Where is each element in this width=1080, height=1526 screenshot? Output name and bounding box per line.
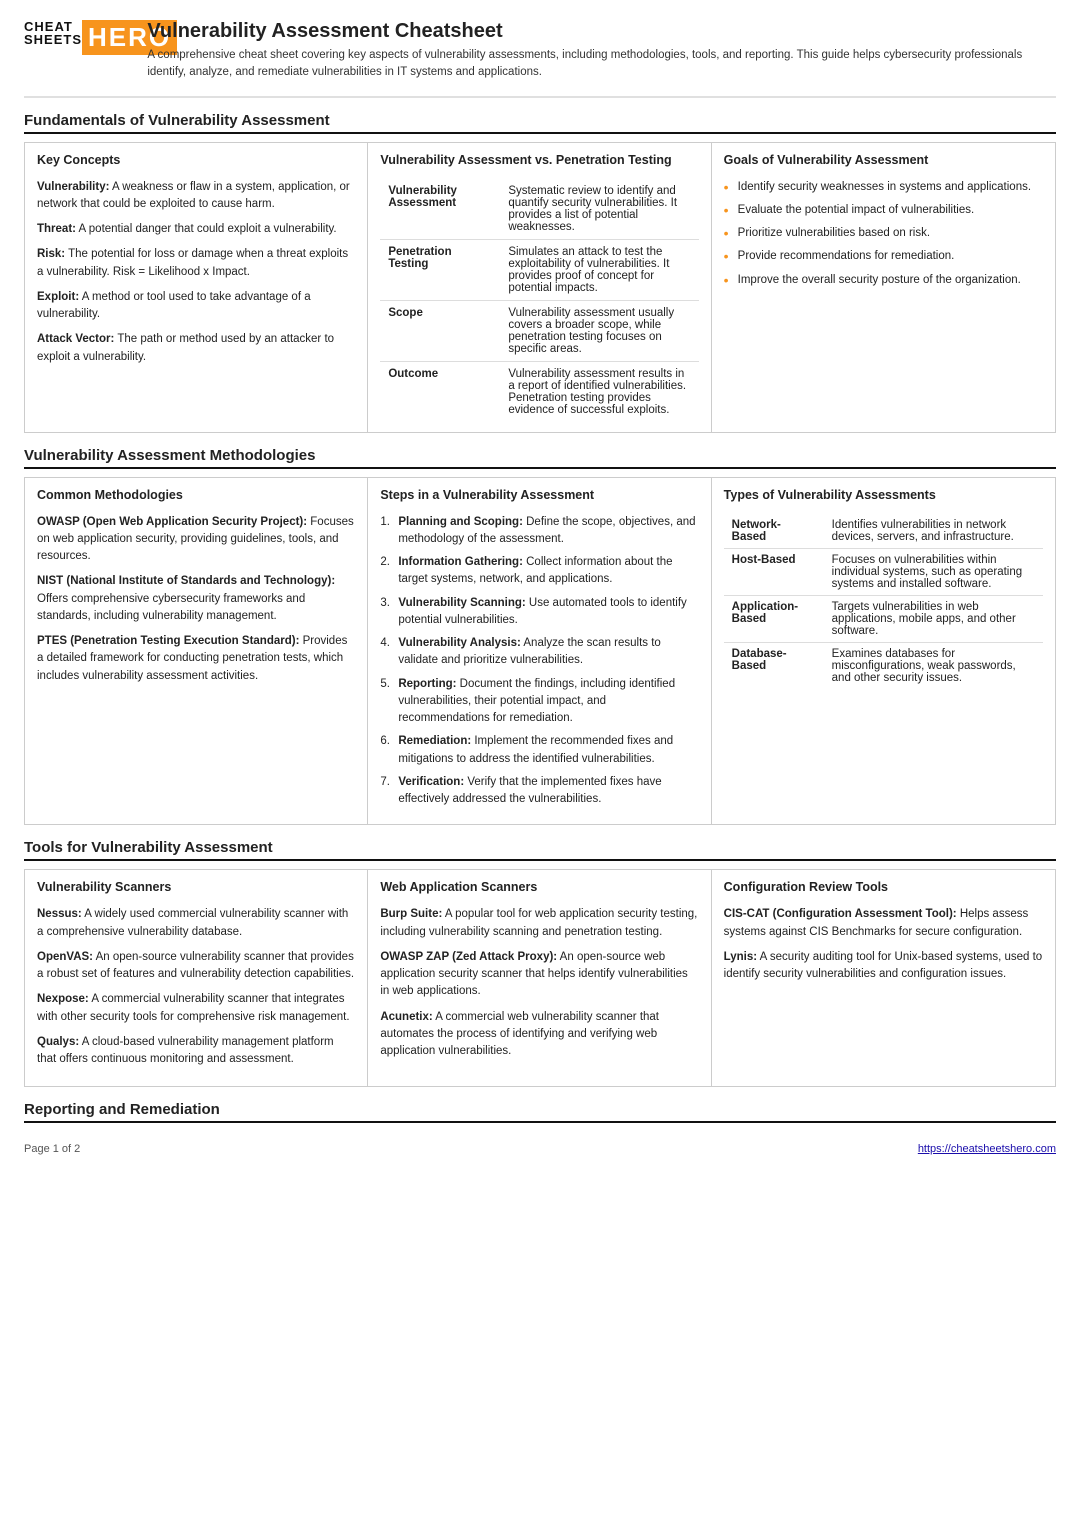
tool-owaspzap: OWASP ZAP (Zed Attack Proxy): An open-so… [380,949,698,1001]
type-host-desc: Focuses on vulnerabilities within indivi… [824,548,1043,595]
methodologies-panel: Common Methodologies OWASP (Open Web App… [25,478,368,825]
tool-openvas: OpenVAS: An open-source vulnerability sc… [37,949,355,984]
logo-sheets: SHEETS [24,33,82,46]
types-table: Network-Based Identifies vulnerabilities… [724,514,1043,689]
steps-list: 1.Planning and Scoping: Define the scope… [380,514,698,809]
web-scanners-header: Web Application Scanners [380,880,698,898]
concept-vulnerability: Vulnerability: A weakness or flaw in a s… [37,179,355,214]
page-title: Vulnerability Assessment Cheatsheet [147,20,1056,43]
step-3: 3.Vulnerability Scanning: Use automated … [380,595,698,630]
vs-term-outcome: Outcome [380,361,500,422]
goal-3: Prioritize vulnerabilities based on risk… [724,225,1043,242]
section1-heading: Fundamentals of Vulnerability Assessment [24,112,1056,134]
vs-desc-scope: Vulnerability assessment usually covers … [500,300,698,361]
col2-header: Vulnerability Assessment vs. Penetration… [380,153,698,171]
section2-heading: Vulnerability Assessment Methodologies [24,447,1056,469]
section3-grid: Vulnerability Scanners Nessus: A widely … [24,869,1056,1087]
vs-row-va: VulnerabilityAssessment Systematic revie… [380,179,698,240]
types-header: Types of Vulnerability Assessments [724,488,1043,506]
type-host-label: Host-Based [724,548,824,595]
step-2: 2.Information Gathering: Collect informa… [380,554,698,589]
vs-row-scope: Scope Vulnerability assessment usually c… [380,300,698,361]
methodology-owasp: OWASP (Open Web Application Security Pro… [37,514,355,566]
goals-list: Identify security weaknesses in systems … [724,179,1043,289]
config-tools-header: Configuration Review Tools [724,880,1043,898]
type-database-label: Database-Based [724,642,824,689]
col3-header: Goals of Vulnerability Assessment [724,153,1043,171]
web-scanners-panel: Web Application Scanners Burp Suite: A p… [368,870,711,1086]
scanners-header: Vulnerability Scanners [37,880,355,898]
steps-panel: Steps in a Vulnerability Assessment 1.Pl… [368,478,711,825]
tool-ciscat: CIS-CAT (Configuration Assessment Tool):… [724,906,1043,941]
scanners-panel: Vulnerability Scanners Nessus: A widely … [25,870,368,1086]
type-application: Application-Based Targets vulnerabilitie… [724,595,1043,642]
type-application-desc: Targets vulnerabilities in web applicati… [824,595,1043,642]
tool-lynis: Lynis: A security auditing tool for Unix… [724,949,1043,984]
vs-panel: Vulnerability Assessment vs. Penetration… [368,143,711,432]
type-network-label: Network-Based [724,514,824,549]
type-database: Database-Based Examines databases for mi… [724,642,1043,689]
page-number: Page 1 of 2 [24,1143,80,1155]
type-network: Network-Based Identifies vulnerabilities… [724,514,1043,549]
tool-nessus: Nessus: A widely used commercial vulnera… [37,906,355,941]
vs-term-va: VulnerabilityAssessment [380,179,500,240]
tool-qualys: Qualys: A cloud-based vulnerability mana… [37,1034,355,1069]
section3-heading: Tools for Vulnerability Assessment [24,839,1056,861]
concept-threat: Threat: A potential danger that could ex… [37,221,355,238]
step-7: 7.Verification: Verify that the implemen… [380,774,698,809]
vs-term-pt: PenetrationTesting [380,239,500,300]
vs-term-scope: Scope [380,300,500,361]
concept-exploit: Exploit: A method or tool used to take a… [37,289,355,324]
header-text: Vulnerability Assessment Cheatsheet A co… [147,20,1056,82]
type-application-label: Application-Based [724,595,824,642]
tool-nexpose: Nexpose: A commercial vulnerability scan… [37,991,355,1026]
footer-link[interactable]: https://cheatsheetshero.com [918,1143,1056,1155]
methodology-ptes: PTES (Penetration Testing Execution Stan… [37,633,355,685]
goals-panel: Goals of Vulnerability Assessment Identi… [712,143,1055,432]
vs-row-outcome: Outcome Vulnerability assessment results… [380,361,698,422]
vs-desc-outcome: Vulnerability assessment results in a re… [500,361,698,422]
tool-burpsuite: Burp Suite: A popular tool for web appli… [380,906,698,941]
page-header: CHEAT SHEETS HERO Vulnerability Assessme… [24,20,1056,98]
types-panel: Types of Vulnerability Assessments Netwo… [712,478,1055,825]
concept-attack-vector: Attack Vector: The path or method used b… [37,331,355,366]
step-5: 5.Reporting: Document the findings, incl… [380,676,698,728]
concept-risk: Risk: The potential for loss or damage w… [37,246,355,281]
vs-table: VulnerabilityAssessment Systematic revie… [380,179,698,422]
methodologies-header: Common Methodologies [37,488,355,506]
page-description: A comprehensive cheat sheet covering key… [147,47,1056,82]
goal-2: Evaluate the potential impact of vulnera… [724,202,1043,219]
methodology-nist: NIST (National Institute of Standards an… [37,573,355,625]
goal-1: Identify security weaknesses in systems … [724,179,1043,196]
vs-row-pt: PenetrationTesting Simulates an attack t… [380,239,698,300]
vs-desc-pt: Simulates an attack to test the exploita… [500,239,698,300]
goal-4: Provide recommendations for remediation. [724,248,1043,265]
step-6: 6.Remediation: Implement the recommended… [380,733,698,768]
section4-heading: Reporting and Remediation [24,1101,1056,1123]
key-concepts-panel: Key Concepts Vulnerability: A weakness o… [25,143,368,432]
step-4: 4.Vulnerability Analysis: Analyze the sc… [380,635,698,670]
goal-5: Improve the overall security posture of … [724,272,1043,289]
section2-grid: Common Methodologies OWASP (Open Web App… [24,477,1056,826]
section1-grid: Key Concepts Vulnerability: A weakness o… [24,142,1056,433]
type-host: Host-Based Focuses on vulnerabilities wi… [724,548,1043,595]
col1-header: Key Concepts [37,153,355,171]
tool-acunetix: Acunetix: A commercial web vulnerability… [380,1009,698,1061]
vs-desc-va: Systematic review to identify and quanti… [500,179,698,240]
logo: CHEAT SHEETS HERO [24,20,133,55]
step-1: 1.Planning and Scoping: Define the scope… [380,514,698,549]
concepts-list: Vulnerability: A weakness or flaw in a s… [37,179,355,366]
steps-header: Steps in a Vulnerability Assessment [380,488,698,506]
type-database-desc: Examines databases for misconfigurations… [824,642,1043,689]
type-network-desc: Identifies vulnerabilities in network de… [824,514,1043,549]
page-footer: Page 1 of 2 https://cheatsheetshero.com [24,1143,1056,1155]
config-tools-panel: Configuration Review Tools CIS-CAT (Conf… [712,870,1055,1086]
